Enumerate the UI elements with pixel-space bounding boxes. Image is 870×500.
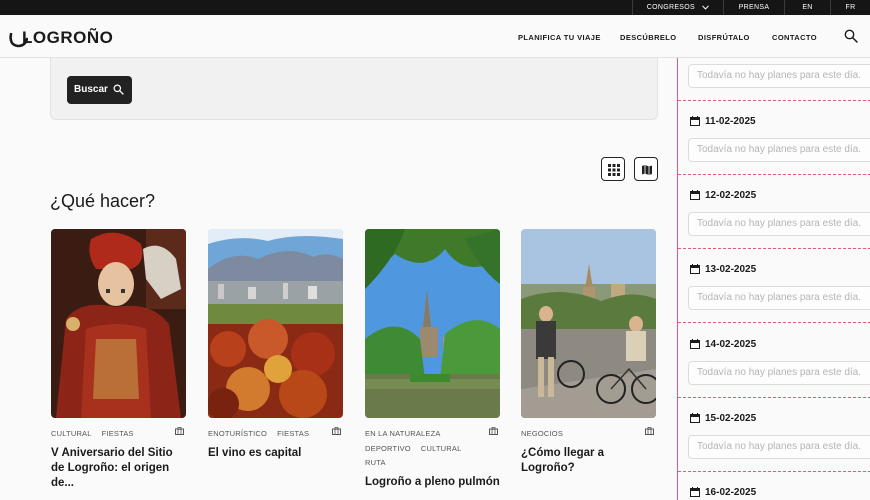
calendar-icon [690, 190, 700, 200]
empty-day-slot[interactable]: Todavía no hay planes para este día. [688, 212, 870, 236]
logo[interactable]: LOGROÑO [8, 23, 113, 51]
card-image[interactable] [365, 229, 500, 418]
trip-planner-sidebar: Todavía no hay planes para este día. 11-… [677, 58, 870, 500]
activity-card[interactable]: EN LA NATURALEZA DEPORTIVO CULTURAL RUTA … [365, 229, 500, 490]
search-icon[interactable] [844, 29, 858, 43]
empty-day-slot[interactable]: Todavía no hay planes para este día. [688, 435, 870, 459]
prensa-link[interactable]: PRENSA [723, 0, 784, 15]
activity-card[interactable]: ENOTURÍSTICO FIESTAS El vino es capital [208, 229, 343, 461]
card-title[interactable]: ¿Cómo llegar a Logroño? [521, 446, 656, 476]
tag[interactable]: CULTURAL [51, 429, 92, 438]
card-tags: NEGOCIOS [521, 427, 656, 442]
nav-descubrelo[interactable]: DESCÚBRELO [620, 33, 677, 42]
activity-card[interactable]: CULTURAL FIESTAS V Aniversario del Sitio … [51, 229, 186, 491]
divider [678, 322, 870, 323]
lang-en-link[interactable]: EN [784, 0, 830, 15]
card-image[interactable] [208, 229, 343, 418]
main-header: LOGROÑO PLANIFICA TU VIAJE DESCÚBRELO DI… [0, 15, 870, 58]
search-button[interactable]: Buscar [67, 76, 132, 104]
filter-panel: Buscar [50, 58, 658, 120]
calendar-icon [690, 264, 700, 274]
nav-contacto[interactable]: CONTACTO [772, 33, 817, 42]
divider [678, 174, 870, 175]
card-tags: EN LA NATURALEZA DEPORTIVO CULTURAL RUTA [365, 427, 500, 471]
tag[interactable]: NEGOCIOS [521, 429, 563, 438]
tag[interactable]: FIESTAS [277, 429, 309, 438]
divider [678, 397, 870, 398]
nav-planifica[interactable]: PLANIFICA TU VIAJE [518, 33, 601, 42]
map-view-button[interactable] [634, 157, 658, 181]
card-image[interactable] [521, 229, 656, 418]
calendar-icon [690, 116, 700, 126]
suitcase-icon[interactable] [175, 427, 184, 435]
calendar-icon [690, 413, 700, 423]
tag[interactable]: FIESTAS [102, 429, 134, 438]
divider [678, 100, 870, 101]
search-button-label: Buscar [74, 84, 108, 95]
calendar-icon [690, 339, 700, 349]
card-title[interactable]: V Aniversario del Sitio de Logroño: el o… [51, 446, 186, 491]
card-image[interactable] [51, 229, 186, 418]
congresos-label: CONGRESOS [646, 4, 695, 11]
empty-day-slot[interactable]: Todavía no hay planes para este día. [688, 138, 870, 162]
empty-day-slot[interactable]: Todavía no hay planes para este día. [688, 64, 870, 88]
card-title[interactable]: El vino es capital [208, 446, 343, 461]
empty-day-slot[interactable]: Todavía no hay planes para este día. [688, 361, 870, 385]
congresos-menu[interactable]: CONGRESOS [632, 0, 723, 15]
calendar-icon [690, 487, 700, 497]
lang-fr-link[interactable]: FR [830, 0, 870, 15]
suitcase-icon[interactable] [489, 427, 498, 435]
card-title[interactable]: Logroño a pleno pulmón [365, 475, 500, 490]
tag[interactable]: EN LA NATURALEZA [365, 429, 441, 438]
logo-text: LOGROÑO [22, 28, 114, 47]
tag[interactable]: ENOTURÍSTICO [208, 429, 267, 438]
chevron-down-icon [702, 5, 710, 10]
tag[interactable]: DEPORTIVO [365, 444, 411, 453]
section-title: ¿Qué hacer? [50, 191, 156, 211]
top-utility-bar: CONGRESOS PRENSA EN FR [0, 0, 870, 15]
search-icon [113, 84, 124, 95]
grid-icon [608, 164, 620, 176]
card-tags: ENOTURÍSTICO FIESTAS [208, 427, 343, 442]
tag[interactable]: CULTURAL [421, 444, 462, 453]
empty-day-slot[interactable]: Todavía no hay planes para este día. [688, 286, 870, 310]
card-tags: CULTURAL FIESTAS [51, 427, 186, 442]
divider [678, 248, 870, 249]
nav-disfrutalo[interactable]: DISFRÚTALO [698, 33, 750, 42]
suitcase-icon[interactable] [332, 427, 341, 435]
suitcase-icon[interactable] [645, 427, 654, 435]
divider [678, 471, 870, 472]
map-icon [642, 165, 652, 175]
grid-view-button[interactable] [601, 157, 625, 181]
activity-card[interactable]: NEGOCIOS ¿Cómo llegar a Logroño? [521, 229, 656, 476]
tag[interactable]: RUTA [365, 458, 386, 467]
